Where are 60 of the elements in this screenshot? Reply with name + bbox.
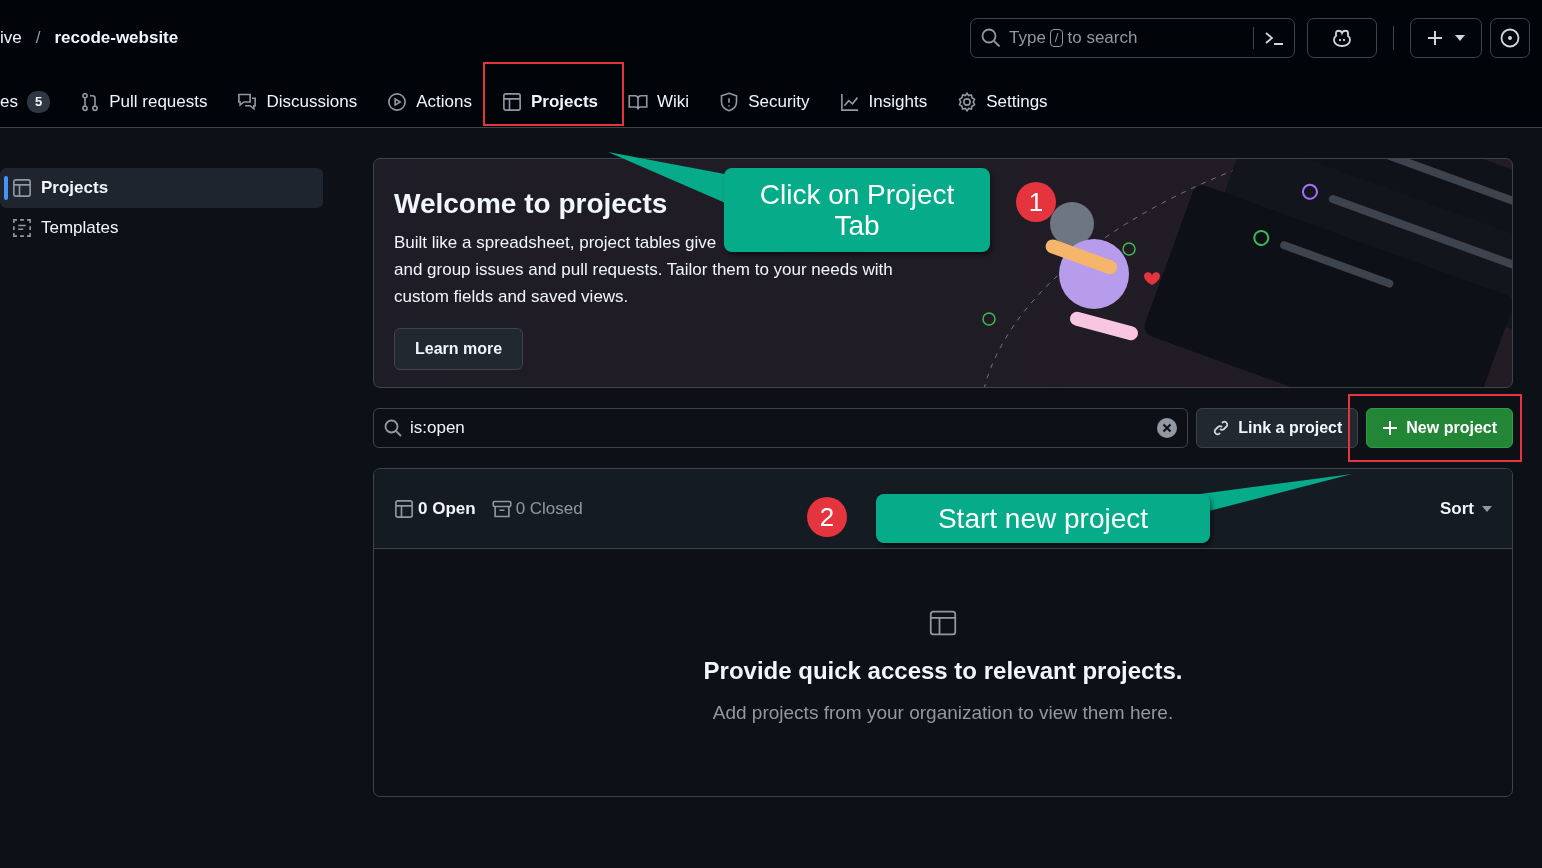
breadcrumb-separator: / [35, 27, 41, 50]
caret-icon [1455, 35, 1465, 41]
callout-label: Start new project [876, 494, 1210, 543]
repo-tab[interactable]: Wiki [613, 76, 705, 128]
search-placeholder: to search [1067, 27, 1138, 50]
repo-tab[interactable]: Actions [372, 76, 487, 128]
caret-icon [1482, 505, 1492, 512]
clear-icon[interactable] [1157, 418, 1178, 438]
search-icon [981, 28, 1001, 48]
repo-tab[interactable]: Projects [486, 76, 614, 128]
state-filter-tab[interactable]: 0 Closed [491, 495, 583, 522]
banner-title: Welcome to projects [394, 187, 668, 221]
table-icon [12, 178, 32, 198]
new-project-button[interactable]: New project [1366, 408, 1513, 448]
play-icon [387, 92, 408, 112]
sidebar-item[interactable]: Templates [0, 208, 323, 248]
circle-dot-icon [1500, 28, 1520, 48]
sort-button[interactable]: Sort [1440, 495, 1492, 522]
archive-icon [491, 498, 512, 519]
repo-name[interactable]: recode-website [54, 25, 179, 51]
command-palette-icon[interactable] [1264, 30, 1284, 46]
pull-request-icon [80, 92, 101, 112]
repo-tab[interactable]: Settings [942, 76, 1063, 128]
repo-tab[interactable]: Pull requests [65, 76, 223, 128]
settings-icon [957, 92, 978, 112]
banner-text: and group issues and pull requests. Tailor them to your needs with [394, 258, 893, 281]
create-new-button[interactable] [1410, 18, 1482, 58]
sidebar-item[interactable]: Projects [0, 168, 323, 208]
table-icon [501, 92, 522, 112]
speech-bubbles-icon [237, 92, 258, 112]
count-badge: 5 [26, 91, 51, 113]
state-filter-tab[interactable]: 0 Open [394, 495, 476, 522]
issues-button[interactable] [1490, 18, 1530, 58]
empty-state-title: Provide quick access to relevant projects. [703, 656, 1183, 686]
table-icon [929, 609, 957, 637]
filter-field[interactable]: is:open [373, 408, 1189, 448]
copilot-icon [1332, 29, 1352, 47]
learn-more-button[interactable]: Learn more [394, 327, 524, 370]
keyboard-shortcut-key: / [1049, 29, 1064, 47]
plus-icon [1382, 420, 1399, 436]
repo-tab[interactable]: es 5 [0, 76, 66, 128]
repo-tab[interactable]: Security [704, 76, 825, 128]
copilot-button[interactable] [1307, 18, 1377, 58]
link-icon [1212, 419, 1231, 437]
repo-tab[interactable]: Insights [824, 76, 943, 128]
banner-text: custom fields and saved views. [394, 285, 629, 308]
empty-state-text: Add projects from your organization to view them here. [712, 701, 1174, 725]
shield-icon [719, 92, 740, 112]
repo-owner[interactable]: ive [0, 25, 22, 51]
search-icon [384, 419, 402, 437]
search-placeholder: Type [1009, 27, 1046, 50]
callout-label: Click on Project Tab [724, 168, 990, 252]
graph-icon [839, 92, 860, 112]
banner-text: Built like a spreadsheet, project tables give [394, 231, 717, 254]
book-icon [628, 92, 649, 112]
table-icon [394, 498, 414, 519]
repo-tab[interactable]: Discussions [222, 76, 373, 128]
link-project-button[interactable]: Link a project [1196, 408, 1359, 448]
search-field[interactable]: Type / to search [970, 18, 1295, 58]
plus-icon [1427, 30, 1443, 46]
